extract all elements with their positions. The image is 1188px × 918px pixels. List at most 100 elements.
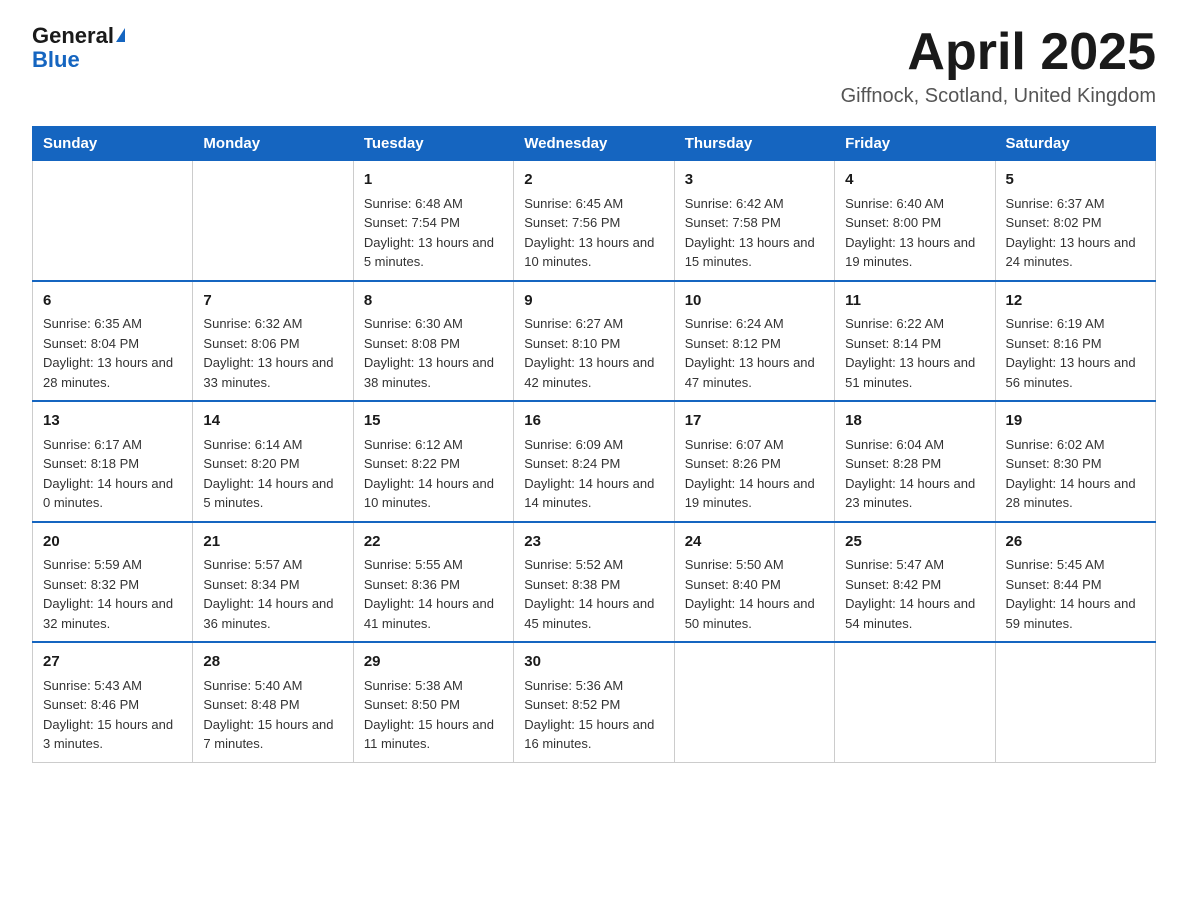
week-row-3: 13Sunrise: 6:17 AMSunset: 8:18 PMDayligh… — [33, 401, 1156, 522]
day-info: Sunrise: 6:48 AMSunset: 7:54 PMDaylight:… — [364, 194, 503, 272]
day-info: Sunrise: 6:30 AMSunset: 8:08 PMDaylight:… — [364, 314, 503, 392]
calendar-cell: 15Sunrise: 6:12 AMSunset: 8:22 PMDayligh… — [353, 401, 513, 522]
day-number: 24 — [685, 531, 824, 554]
day-number: 21 — [203, 531, 342, 554]
day-number: 9 — [524, 290, 663, 313]
calendar-cell: 22Sunrise: 5:55 AMSunset: 8:36 PMDayligh… — [353, 522, 513, 643]
day-info: Sunrise: 6:24 AMSunset: 8:12 PMDaylight:… — [685, 314, 824, 392]
calendar-cell: 14Sunrise: 6:14 AMSunset: 8:20 PMDayligh… — [193, 401, 353, 522]
calendar-cell: 5Sunrise: 6:37 AMSunset: 8:02 PMDaylight… — [995, 161, 1155, 281]
day-info: Sunrise: 6:02 AMSunset: 8:30 PMDaylight:… — [1006, 435, 1145, 513]
day-number: 23 — [524, 531, 663, 554]
day-info: Sunrise: 5:38 AMSunset: 8:50 PMDaylight:… — [364, 676, 503, 754]
day-number: 5 — [1006, 169, 1145, 192]
calendar-cell: 29Sunrise: 5:38 AMSunset: 8:50 PMDayligh… — [353, 642, 513, 762]
day-number: 29 — [364, 651, 503, 674]
calendar-body: 1Sunrise: 6:48 AMSunset: 7:54 PMDaylight… — [33, 161, 1156, 763]
day-number: 19 — [1006, 410, 1145, 433]
header-day-sunday: Sunday — [33, 127, 193, 161]
header-day-thursday: Thursday — [674, 127, 834, 161]
day-number: 12 — [1006, 290, 1145, 313]
page-title: April 2025 — [841, 24, 1156, 81]
day-info: Sunrise: 6:04 AMSunset: 8:28 PMDaylight:… — [845, 435, 984, 513]
header-day-saturday: Saturday — [995, 127, 1155, 161]
calendar-cell: 1Sunrise: 6:48 AMSunset: 7:54 PMDaylight… — [353, 161, 513, 281]
calendar-cell: 12Sunrise: 6:19 AMSunset: 8:16 PMDayligh… — [995, 281, 1155, 402]
day-number: 25 — [845, 531, 984, 554]
day-info: Sunrise: 6:14 AMSunset: 8:20 PMDaylight:… — [203, 435, 342, 513]
calendar-cell: 4Sunrise: 6:40 AMSunset: 8:00 PMDaylight… — [835, 161, 995, 281]
header-day-tuesday: Tuesday — [353, 127, 513, 161]
day-info: Sunrise: 6:12 AMSunset: 8:22 PMDaylight:… — [364, 435, 503, 513]
day-info: Sunrise: 6:45 AMSunset: 7:56 PMDaylight:… — [524, 194, 663, 272]
calendar-cell — [835, 642, 995, 762]
day-number: 6 — [43, 290, 182, 313]
day-number: 3 — [685, 169, 824, 192]
day-number: 8 — [364, 290, 503, 313]
calendar-cell — [674, 642, 834, 762]
day-number: 13 — [43, 410, 182, 433]
day-info: Sunrise: 6:09 AMSunset: 8:24 PMDaylight:… — [524, 435, 663, 513]
calendar-table: SundayMondayTuesdayWednesdayThursdayFrid… — [32, 126, 1156, 763]
day-number: 26 — [1006, 531, 1145, 554]
day-info: Sunrise: 6:27 AMSunset: 8:10 PMDaylight:… — [524, 314, 663, 392]
day-info: Sunrise: 6:32 AMSunset: 8:06 PMDaylight:… — [203, 314, 342, 392]
day-info: Sunrise: 6:37 AMSunset: 8:02 PMDaylight:… — [1006, 194, 1145, 272]
day-info: Sunrise: 6:07 AMSunset: 8:26 PMDaylight:… — [685, 435, 824, 513]
day-number: 28 — [203, 651, 342, 674]
day-info: Sunrise: 5:50 AMSunset: 8:40 PMDaylight:… — [685, 555, 824, 633]
logo: General Blue — [32, 24, 125, 72]
calendar-cell: 18Sunrise: 6:04 AMSunset: 8:28 PMDayligh… — [835, 401, 995, 522]
day-number: 1 — [364, 169, 503, 192]
calendar-cell: 2Sunrise: 6:45 AMSunset: 7:56 PMDaylight… — [514, 161, 674, 281]
calendar-cell: 30Sunrise: 5:36 AMSunset: 8:52 PMDayligh… — [514, 642, 674, 762]
day-info: Sunrise: 5:45 AMSunset: 8:44 PMDaylight:… — [1006, 555, 1145, 633]
week-row-4: 20Sunrise: 5:59 AMSunset: 8:32 PMDayligh… — [33, 522, 1156, 643]
day-number: 2 — [524, 169, 663, 192]
calendar-cell: 7Sunrise: 6:32 AMSunset: 8:06 PMDaylight… — [193, 281, 353, 402]
header-day-monday: Monday — [193, 127, 353, 161]
day-number: 30 — [524, 651, 663, 674]
day-info: Sunrise: 5:47 AMSunset: 8:42 PMDaylight:… — [845, 555, 984, 633]
calendar-cell: 21Sunrise: 5:57 AMSunset: 8:34 PMDayligh… — [193, 522, 353, 643]
day-number: 7 — [203, 290, 342, 313]
calendar-cell: 23Sunrise: 5:52 AMSunset: 8:38 PMDayligh… — [514, 522, 674, 643]
day-info: Sunrise: 6:17 AMSunset: 8:18 PMDaylight:… — [43, 435, 182, 513]
day-number: 17 — [685, 410, 824, 433]
location-label: Giffnock, Scotland, United Kingdom — [841, 85, 1156, 108]
day-number: 20 — [43, 531, 182, 554]
day-info: Sunrise: 5:43 AMSunset: 8:46 PMDaylight:… — [43, 676, 182, 754]
day-info: Sunrise: 5:40 AMSunset: 8:48 PMDaylight:… — [203, 676, 342, 754]
calendar-cell: 3Sunrise: 6:42 AMSunset: 7:58 PMDaylight… — [674, 161, 834, 281]
calendar-cell: 27Sunrise: 5:43 AMSunset: 8:46 PMDayligh… — [33, 642, 193, 762]
day-info: Sunrise: 5:52 AMSunset: 8:38 PMDaylight:… — [524, 555, 663, 633]
calendar-cell: 13Sunrise: 6:17 AMSunset: 8:18 PMDayligh… — [33, 401, 193, 522]
calendar-cell: 25Sunrise: 5:47 AMSunset: 8:42 PMDayligh… — [835, 522, 995, 643]
calendar-cell: 24Sunrise: 5:50 AMSunset: 8:40 PMDayligh… — [674, 522, 834, 643]
calendar-cell — [33, 161, 193, 281]
calendar-cell: 26Sunrise: 5:45 AMSunset: 8:44 PMDayligh… — [995, 522, 1155, 643]
header-row: SundayMondayTuesdayWednesdayThursdayFrid… — [33, 127, 1156, 161]
calendar-cell — [193, 161, 353, 281]
day-info: Sunrise: 5:55 AMSunset: 8:36 PMDaylight:… — [364, 555, 503, 633]
calendar-cell: 28Sunrise: 5:40 AMSunset: 8:48 PMDayligh… — [193, 642, 353, 762]
calendar-cell: 8Sunrise: 6:30 AMSunset: 8:08 PMDaylight… — [353, 281, 513, 402]
calendar-cell: 20Sunrise: 5:59 AMSunset: 8:32 PMDayligh… — [33, 522, 193, 643]
day-info: Sunrise: 6:42 AMSunset: 7:58 PMDaylight:… — [685, 194, 824, 272]
day-number: 10 — [685, 290, 824, 313]
week-row-2: 6Sunrise: 6:35 AMSunset: 8:04 PMDaylight… — [33, 281, 1156, 402]
day-number: 22 — [364, 531, 503, 554]
calendar-header: SundayMondayTuesdayWednesdayThursdayFrid… — [33, 127, 1156, 161]
day-info: Sunrise: 6:22 AMSunset: 8:14 PMDaylight:… — [845, 314, 984, 392]
day-info: Sunrise: 5:59 AMSunset: 8:32 PMDaylight:… — [43, 555, 182, 633]
day-number: 18 — [845, 410, 984, 433]
header-day-wednesday: Wednesday — [514, 127, 674, 161]
day-info: Sunrise: 5:57 AMSunset: 8:34 PMDaylight:… — [203, 555, 342, 633]
header-day-friday: Friday — [835, 127, 995, 161]
logo-blue: Blue — [32, 47, 80, 72]
calendar-cell: 17Sunrise: 6:07 AMSunset: 8:26 PMDayligh… — [674, 401, 834, 522]
week-row-5: 27Sunrise: 5:43 AMSunset: 8:46 PMDayligh… — [33, 642, 1156, 762]
week-row-1: 1Sunrise: 6:48 AMSunset: 7:54 PMDaylight… — [33, 161, 1156, 281]
logo-text: General Blue — [32, 24, 125, 72]
day-info: Sunrise: 6:40 AMSunset: 8:00 PMDaylight:… — [845, 194, 984, 272]
